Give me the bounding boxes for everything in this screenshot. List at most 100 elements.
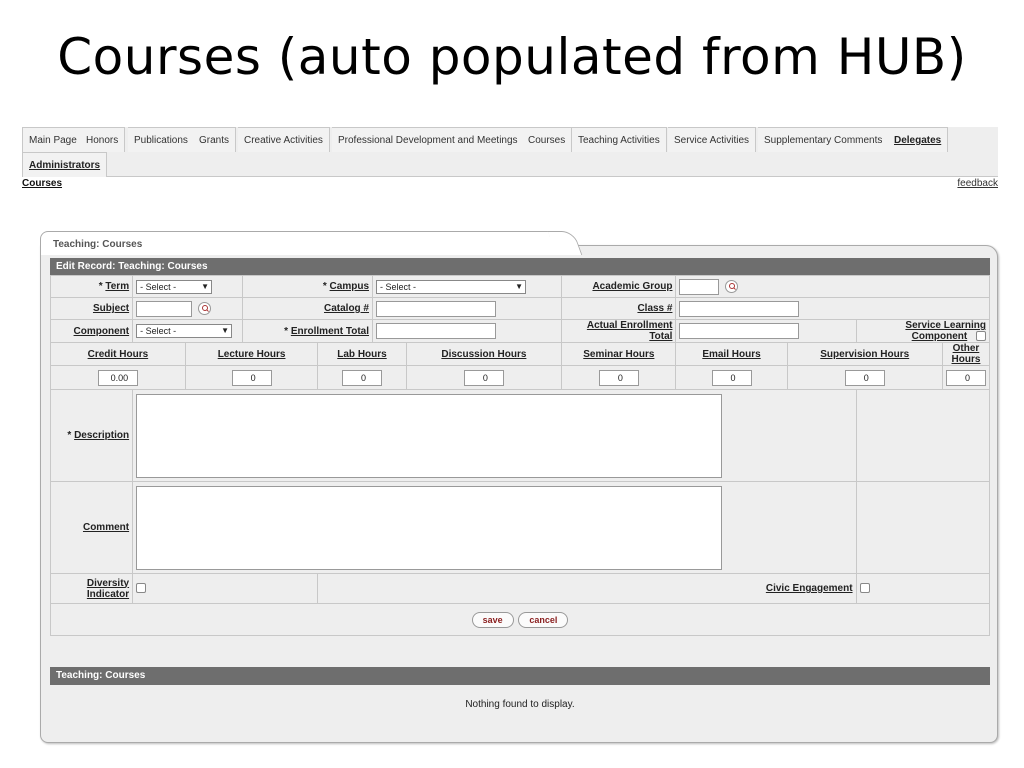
tab-publications[interactable]: Publications: [128, 127, 195, 152]
search-icon[interactable]: [725, 280, 739, 293]
diversity-checkbox[interactable]: [136, 583, 147, 594]
tab-supplementary-comments[interactable]: Supplementary Comments: [758, 127, 890, 152]
tab-courses[interactable]: Courses: [522, 127, 573, 152]
term-label-cell: * Term: [49, 275, 134, 298]
tab-professional-development[interactable]: Professional Development and Meetings: [332, 127, 525, 152]
comment-textarea[interactable]: [136, 485, 723, 570]
tab-administrators[interactable]: Administrators: [22, 152, 108, 177]
discussion-hours-cell: 0: [405, 365, 563, 390]
comment-cell: [132, 481, 857, 574]
email-hours-input[interactable]: 0: [711, 369, 752, 386]
service-learning-cell: Service Learning Component: [855, 319, 991, 343]
component-label: Component: [73, 325, 130, 337]
breadcrumb-courses[interactable]: Courses: [22, 178, 62, 189]
tab-delegates[interactable]: Delegates: [888, 127, 949, 152]
supervision-hours-header: Supervision Hours: [786, 342, 943, 366]
description-label-cell: * Description: [49, 389, 134, 482]
credit-hours-cell: 0.00: [50, 365, 186, 390]
catalog-label-cell: Catalog #: [242, 297, 373, 320]
lecture-hours-cell: 0: [184, 365, 319, 390]
description-label: Description: [74, 430, 130, 441]
campus-select[interactable]: - Select - ▼: [376, 279, 526, 294]
description-textarea[interactable]: [136, 393, 723, 478]
description-cell: [132, 389, 857, 482]
lab-hours-input[interactable]: 0: [341, 369, 382, 386]
tab-bar: Main Page Honors Publications Grants Cre…: [22, 127, 998, 177]
edit-form: * Term - Select - ▼ * Campus - Select - …: [49, 275, 991, 636]
actual-enrollment-cell: [675, 319, 857, 343]
campus-label-cell: * Campus: [242, 275, 373, 298]
supervision-hours-input[interactable]: 0: [844, 369, 885, 386]
list-header: Teaching: Courses: [50, 667, 990, 685]
chevron-down-icon: ▼: [221, 326, 230, 335]
button-row: save cancel: [50, 603, 990, 636]
other-hours-input[interactable]: 0: [945, 369, 986, 386]
search-icon[interactable]: [197, 302, 211, 315]
lecture-hours-input[interactable]: 0: [231, 369, 272, 386]
component-label-cell: Component: [49, 319, 134, 343]
term-cell: - Select - ▼: [132, 275, 244, 298]
enrollment-total-cell: [371, 319, 563, 343]
campus-cell: - Select - ▼: [371, 275, 563, 298]
discussion-hours-input[interactable]: 0: [463, 369, 504, 386]
actual-enrollment-input[interactable]: [679, 323, 800, 339]
discussion-hours-header: Discussion Hours: [405, 342, 563, 366]
civic-engagement-label: Civic Engagement: [765, 583, 853, 594]
description-spacer: [855, 389, 991, 482]
diversity-cell: [132, 573, 319, 604]
subject-label: Subject: [92, 303, 130, 314]
save-button[interactable]: save: [471, 611, 514, 628]
academic-group-label: Academic Group: [592, 281, 673, 292]
cancel-button[interactable]: cancel: [518, 611, 569, 628]
term-select[interactable]: - Select - ▼: [136, 279, 213, 294]
tab-creative-activities[interactable]: Creative Activities: [238, 127, 330, 152]
tab-main-page[interactable]: Main Page: [22, 127, 84, 152]
lab-hours-cell: 0: [317, 365, 407, 390]
other-hours-cell: 0: [941, 365, 991, 390]
chevron-down-icon: ▼: [201, 281, 210, 291]
seminar-hours-input[interactable]: 0: [598, 369, 639, 386]
diversity-label-line1: Diversity: [86, 577, 130, 589]
other-hours-header: Other Hours: [941, 342, 991, 366]
email-hours-cell: 0: [675, 365, 788, 390]
subject-label-cell: Subject: [49, 297, 134, 320]
lab-hours-header: Lab Hours: [317, 342, 407, 366]
subject-input[interactable]: [136, 300, 193, 317]
feedback-link[interactable]: feedback: [957, 178, 998, 189]
panel-tab: Teaching: Courses: [40, 231, 560, 255]
academic-group-label-cell: Academic Group: [561, 275, 677, 298]
class-input[interactable]: [679, 300, 800, 317]
lecture-hours-header: Lecture Hours: [184, 342, 319, 366]
tab-honors[interactable]: Honors: [80, 127, 126, 152]
edit-record-header: Edit Record: Teaching: Courses: [50, 258, 990, 276]
civic-label-cell: Civic Engagement: [317, 573, 857, 604]
slide-title: Courses (auto populated from HUB): [57, 28, 967, 86]
actual-enrollment-label-cell: Actual Enrollment Total: [561, 319, 677, 343]
email-hours-header: Email Hours: [675, 342, 788, 366]
enrollment-total-label-cell: * Enrollment Total: [242, 319, 373, 343]
catalog-cell: [371, 297, 563, 320]
term-label: Term: [105, 281, 130, 292]
subject-cell: [132, 297, 244, 320]
service-learning-checkbox[interactable]: [976, 331, 986, 342]
credit-hours-header: Credit Hours: [50, 342, 186, 366]
comment-label: Comment: [82, 522, 130, 533]
enrollment-total-label: Enrollment Total: [290, 325, 369, 337]
enrollment-total-input[interactable]: [376, 323, 496, 339]
credit-hours-input[interactable]: 0.00: [97, 369, 138, 386]
component-cell: - Select - ▼: [132, 319, 244, 343]
app-window: Main Page Honors Publications Grants Cre…: [22, 127, 998, 747]
academic-group-input[interactable]: [679, 278, 720, 295]
tab-service-activities[interactable]: Service Activities: [668, 127, 757, 152]
component-select[interactable]: - Select - ▼: [136, 324, 233, 338]
class-cell: [675, 297, 990, 320]
seminar-hours-cell: 0: [561, 365, 677, 390]
civic-engagement-checkbox[interactable]: [859, 583, 870, 594]
campus-label: Campus: [329, 281, 369, 292]
catalog-input[interactable]: [376, 300, 496, 317]
catalog-label: Catalog #: [323, 303, 369, 314]
tab-grants[interactable]: Grants: [193, 127, 237, 152]
service-learning-label: Service Learning Component: [905, 320, 986, 342]
tab-teaching-activities[interactable]: Teaching Activities: [572, 127, 667, 152]
empty-message: Nothing found to display.: [465, 699, 575, 710]
